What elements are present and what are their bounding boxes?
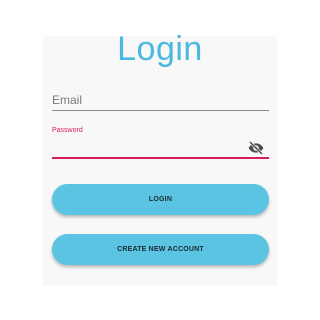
page-title: Login [117,30,203,68]
password-field[interactable] [52,138,269,159]
visibility-off-icon[interactable] [248,141,264,155]
email-placeholder: Email [52,93,83,107]
login-button[interactable]: LOGIN [52,184,269,215]
email-field[interactable]: Email [52,88,269,111]
create-account-button[interactable]: CREATE NEW ACCOUNT [52,234,269,265]
password-label: Password [52,127,83,134]
